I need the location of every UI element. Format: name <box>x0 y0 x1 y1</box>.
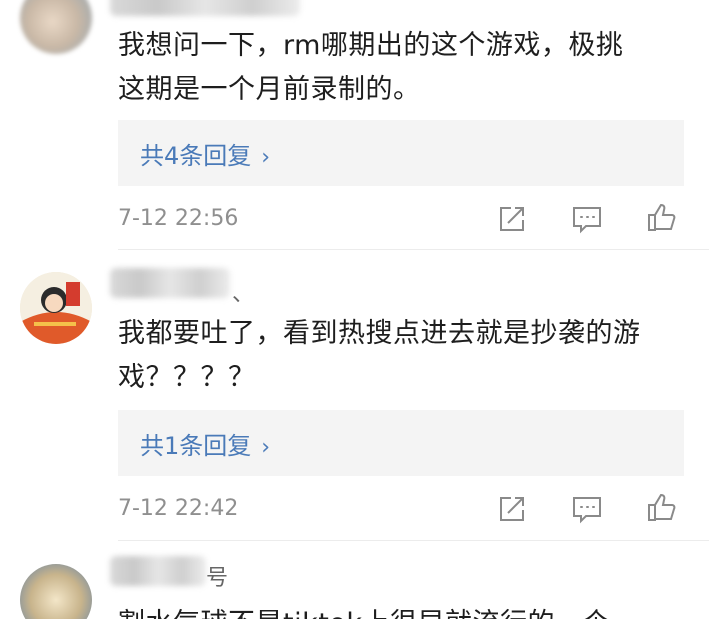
reply-summary-box[interactable]: 共1条回复 › <box>118 410 684 476</box>
avatar[interactable] <box>20 564 92 619</box>
comment-icon[interactable] <box>570 492 604 526</box>
chevron-right-icon: › <box>261 435 271 460</box>
comment-item: 号 割水气球不是tiktok上很早就流行的一个 <box>0 542 709 619</box>
username-suffix: 号 <box>206 566 229 591</box>
comment-item: 我想问一下，rm哪期出的这个游戏，极挑 这期是一个月前录制的。 共4条回复 › 7… <box>0 0 709 250</box>
reply-summary-box[interactable]: 共4条回复 › <box>118 120 684 186</box>
view-replies-link[interactable]: 共4条回复 › <box>140 136 270 171</box>
comment-icon[interactable] <box>570 202 604 236</box>
share-icon[interactable] <box>495 202 529 236</box>
username-redacted <box>110 268 230 298</box>
comment-text-line: 我都要吐了，看到热搜点进去就是抄袭的游 <box>118 318 641 349</box>
like-icon[interactable] <box>645 490 679 524</box>
username-suffix: 、 <box>232 282 255 307</box>
divider <box>118 540 709 541</box>
reply-count-label: 共1条回复 <box>140 432 252 460</box>
comment-text-line: 这期是一个月前录制的。 <box>118 74 421 105</box>
avatar[interactable] <box>20 0 92 54</box>
username-redacted <box>110 0 300 16</box>
username-redacted <box>110 556 206 586</box>
view-replies-link[interactable]: 共1条回复 › <box>140 426 270 461</box>
reply-count-label: 共4条回复 <box>140 142 252 170</box>
comment-text-line: 戏？？？？ <box>118 362 256 393</box>
avatar[interactable] <box>20 272 92 344</box>
comment-text-line: 割水气球不是tiktok上很早就流行的一个 <box>118 602 698 619</box>
comment-text: 我想问一下，rm哪期出的这个游戏，极挑 这期是一个月前录制的。 <box>118 24 698 112</box>
comment-text: 割水气球不是tiktok上很早就流行的一个 <box>118 602 698 619</box>
like-icon[interactable] <box>645 200 679 234</box>
comment-item: 、 我都要吐了，看到热搜点进去就是抄袭的游 戏？？？？ 共1条回复 › 7-12 … <box>0 250 709 542</box>
chevron-right-icon: › <box>261 145 271 170</box>
comment-timestamp: 7-12 22:42 <box>118 496 239 521</box>
share-icon[interactable] <box>495 492 529 526</box>
comment-timestamp: 7-12 22:56 <box>118 206 239 231</box>
comment-text: 我都要吐了，看到热搜点进去就是抄袭的游 戏？？？？ <box>118 312 698 400</box>
comment-text-line: 我想问一下，rm哪期出的这个游戏，极挑 <box>118 30 624 61</box>
